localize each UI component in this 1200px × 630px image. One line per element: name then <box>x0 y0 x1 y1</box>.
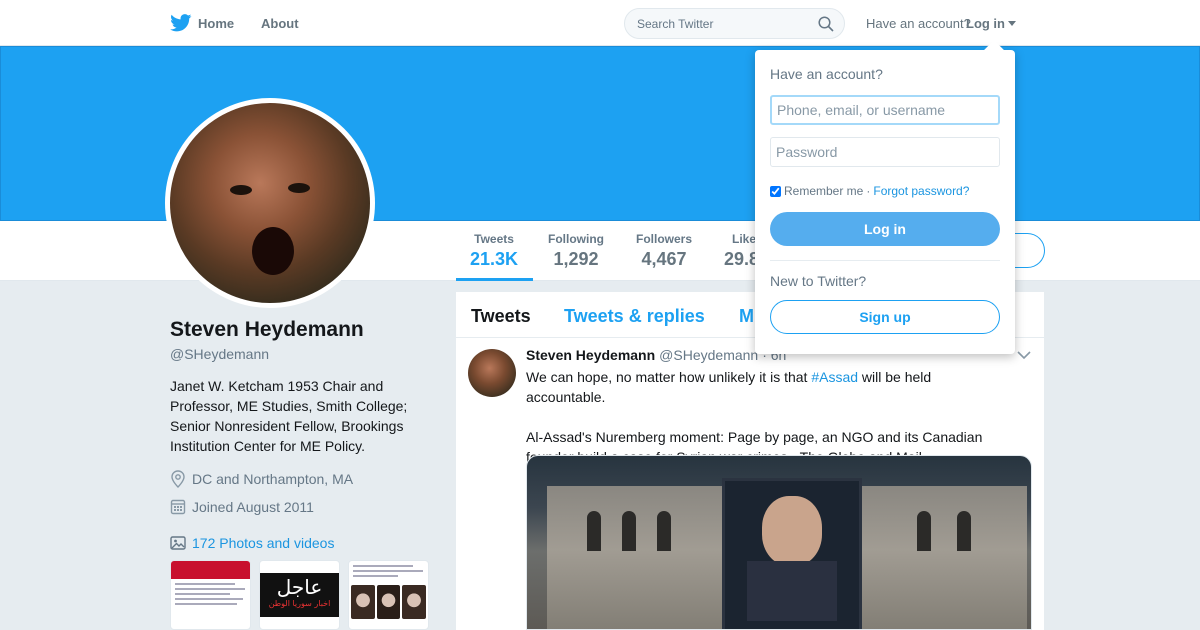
chevron-down-icon[interactable] <box>1017 351 1031 360</box>
tab-media[interactable]: M <box>739 306 754 327</box>
tab-tweets-replies[interactable]: Tweets & replies <box>564 306 705 327</box>
stat-value: 4,467 <box>641 249 687 269</box>
stat-tweets[interactable]: Tweets 21.3K <box>470 232 518 270</box>
stat-label: Following <box>548 232 604 246</box>
remember-me-checkbox[interactable] <box>770 185 781 197</box>
dropdown-divider <box>770 260 1000 261</box>
dropdown-title: Have an account? <box>770 66 883 82</box>
tweet-text: We can hope, no matter how unlikely it i… <box>526 367 996 467</box>
active-tab-underline <box>456 278 533 281</box>
login-menu-toggle[interactable]: Log in <box>966 16 1016 31</box>
location-pin-icon <box>171 470 185 488</box>
stat-label: Tweets <box>474 232 514 246</box>
thumbnail-headline: عاجل <box>276 575 323 599</box>
stat-value: 21.3K <box>470 249 519 269</box>
stat-following[interactable]: Following 1,292 <box>548 232 604 270</box>
profile-bio: Janet W. Ketcham 1953 Chair and Professo… <box>170 378 408 454</box>
remember-me-row: Remember me · Forgot password? <box>770 184 969 198</box>
nav-about[interactable]: About <box>261 16 299 31</box>
search-placeholder: Search Twitter <box>637 17 714 31</box>
profile-joined: Joined August 2011 <box>170 498 314 515</box>
photos-videos-label: 172 Photos and videos <box>192 535 335 551</box>
profile-location: DC and Northampton, MA <box>170 470 353 488</box>
username-field[interactable] <box>770 95 1000 125</box>
profile-avatar[interactable] <box>165 98 375 308</box>
tweet-author-handle[interactable]: @SHeydemann <box>659 347 758 363</box>
tweet-avatar[interactable] <box>468 349 516 397</box>
stat-value: 1,292 <box>553 249 599 269</box>
media-thumbnail[interactable] <box>170 560 251 630</box>
have-account-text: Have an account? <box>866 16 971 31</box>
profile-name[interactable]: Steven Heydemann <box>170 318 364 342</box>
tweet-hashtag[interactable]: #Assad <box>811 369 858 385</box>
media-thumbnail[interactable]: عاجل اخبار سوريا الوطن <box>259 560 340 630</box>
search-icon[interactable] <box>818 16 834 32</box>
media-thumbnail[interactable] <box>348 560 429 630</box>
search-input[interactable]: Search Twitter <box>624 8 845 39</box>
signup-button[interactable]: Sign up <box>770 300 1000 334</box>
thumbnail-subtitle: اخبار سوريا الوطن <box>268 599 331 608</box>
stat-label: Followers <box>636 232 693 246</box>
stat-followers[interactable]: Followers 4,467 <box>636 232 692 270</box>
twitter-bird-icon <box>170 14 192 32</box>
tab-tweets[interactable]: Tweets <box>471 306 531 327</box>
nav-home-label: Home <box>198 15 235 31</box>
stat-likes[interactable]: Like 29.8 <box>724 232 759 270</box>
stat-label: Like <box>732 232 757 246</box>
password-field[interactable] <box>770 137 1000 167</box>
stat-value: 29.8 <box>724 249 760 269</box>
login-button[interactable]: Log in <box>770 212 1000 246</box>
avatar-image <box>170 103 370 303</box>
login-link-label: Log in <box>966 16 1005 31</box>
caret-down-icon <box>1008 21 1016 26</box>
nav-home[interactable]: Home <box>170 14 234 32</box>
calendar-icon <box>170 499 186 515</box>
image-icon <box>170 536 186 550</box>
tweet-author-name[interactable]: Steven Heydemann <box>526 347 655 363</box>
separator-dot: · <box>866 184 871 198</box>
top-navbar: Home About Search Twitter Have an accoun… <box>0 0 1200 46</box>
login-dropdown: Have an account? Remember me · Forgot pa… <box>755 40 1015 354</box>
profile-handle[interactable]: @SHeydemann <box>170 346 269 362</box>
tweet-header: Steven Heydemann @SHeydemann · 6h <box>526 347 786 363</box>
remember-me-label[interactable]: Remember me <box>784 184 863 198</box>
new-to-twitter-text: New to Twitter? <box>770 273 867 289</box>
location-text: DC and Northampton, MA <box>192 471 354 487</box>
tweet-text-part: We can hope, no matter how unlikely it i… <box>526 369 812 385</box>
joined-text: Joined August 2011 <box>192 498 314 515</box>
tweet-media-image[interactable] <box>526 455 1032 630</box>
photos-videos-link[interactable]: 172 Photos and videos <box>170 535 334 551</box>
forgot-password-link[interactable]: Forgot password? <box>873 184 969 198</box>
